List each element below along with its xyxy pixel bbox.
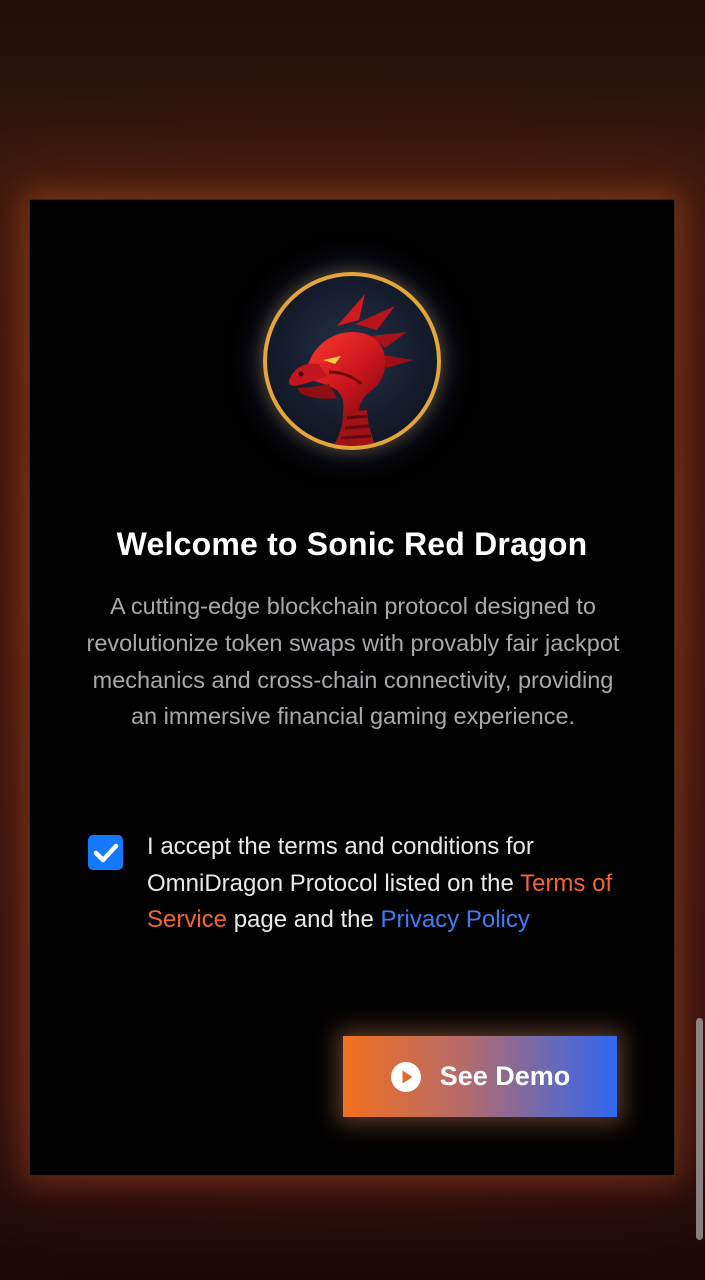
privacy-policy-link[interactable]: Privacy Policy xyxy=(381,906,530,933)
description-text: A cutting-edge blockchain protocol desig… xyxy=(86,593,620,730)
see-demo-label: See Demo xyxy=(439,1061,571,1091)
checkmark-icon xyxy=(93,843,118,862)
welcome-modal: Welcome to Sonic Red Dragon A cutting-ed… xyxy=(29,199,675,1176)
terms-text-middle: page and the xyxy=(227,906,381,933)
see-demo-button[interactable]: See Demo xyxy=(343,1036,617,1117)
terms-checkbox[interactable] xyxy=(88,835,123,870)
play-circle-icon xyxy=(390,1061,421,1092)
terms-text-before: I accept the terms and conditions for Om… xyxy=(147,833,534,897)
page-title: Welcome to Sonic Red Dragon xyxy=(116,526,588,562)
page-scrollbar[interactable] xyxy=(696,1018,703,1240)
terms-label: I accept the terms and conditions for Om… xyxy=(147,829,617,939)
red-dragon-logo-icon xyxy=(263,272,441,450)
